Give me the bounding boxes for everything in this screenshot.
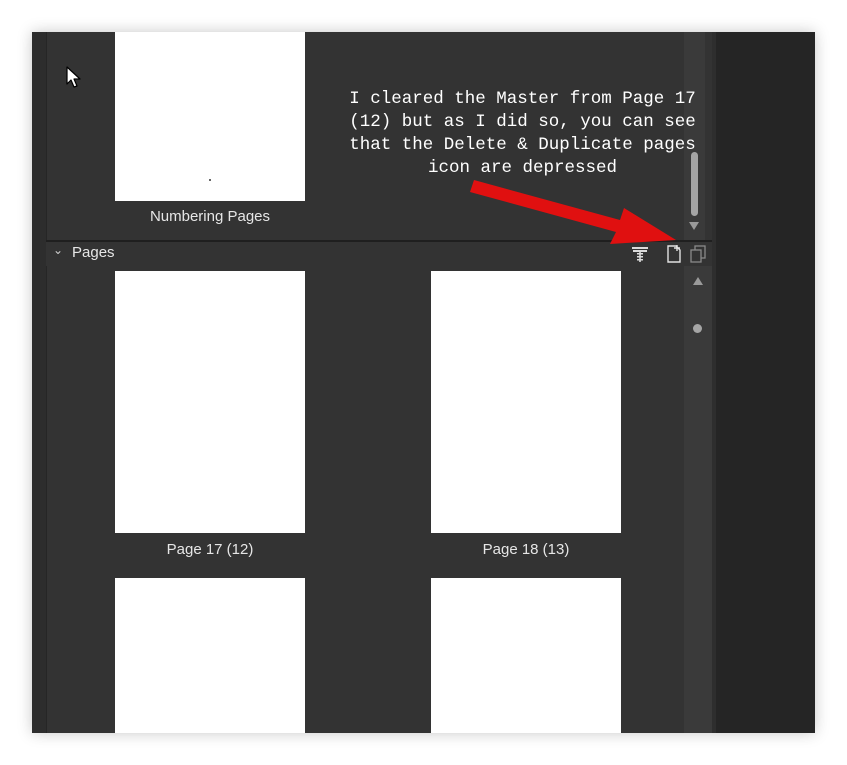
page-sheet[interactable] — [431, 271, 621, 533]
page-label: Page 18 (13) — [482, 541, 570, 558]
master-page-label: Numbering Pages — [149, 208, 271, 225]
add-page-icon[interactable] — [664, 244, 684, 264]
chevron-down-icon[interactable]: ⌄ — [53, 243, 63, 257]
duplicate-page-icon[interactable] — [688, 244, 708, 264]
annotation-arrow — [470, 180, 676, 244]
page-label: Page 17 (12) — [166, 541, 254, 558]
left-toolbar-strip — [32, 32, 47, 733]
thumbnail-dot — [209, 179, 211, 181]
mouse-cursor-icon — [66, 66, 81, 88]
scroll-down-icon[interactable] — [689, 222, 699, 230]
scroll-up-icon[interactable] — [693, 277, 703, 285]
pages-grid: Page 17 (12) Page 18 (13) — [47, 266, 684, 733]
pages-panel-title[interactable]: Pages — [72, 244, 115, 261]
page-sheet[interactable] — [115, 271, 305, 533]
right-panel — [712, 32, 815, 733]
pages-scrollbar-thumb[interactable] — [693, 324, 702, 333]
annotation-text: I cleared the Master from Page 17 (12) b… — [349, 89, 696, 178]
apply-master-icon[interactable] — [630, 244, 650, 264]
master-page-thumbnail[interactable] — [115, 32, 305, 201]
pages-scrollbar[interactable] — [684, 266, 712, 733]
page-sheet[interactable] — [115, 578, 305, 733]
page-sheet[interactable] — [431, 578, 621, 733]
